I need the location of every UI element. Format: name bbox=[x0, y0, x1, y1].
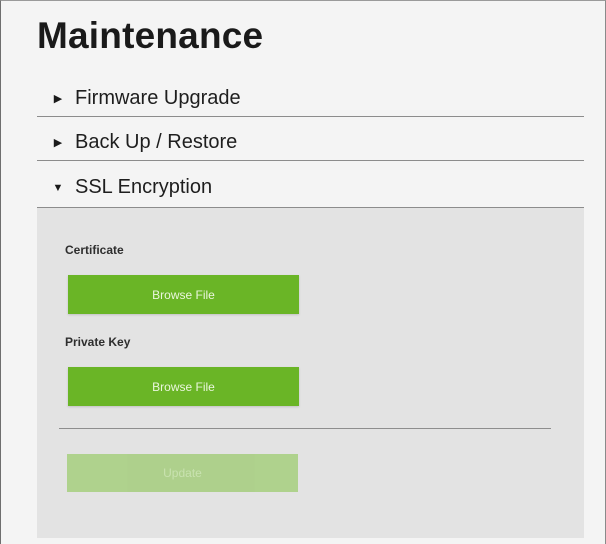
section-label: Firmware Upgrade bbox=[75, 87, 241, 109]
triangle-down-icon: ▼ bbox=[52, 181, 64, 194]
update-button[interactable]: Update bbox=[67, 454, 298, 492]
maintenance-window: Maintenance ▶ Firmware Upgrade ▶ Back Up… bbox=[0, 0, 606, 544]
divider bbox=[59, 428, 551, 429]
private-key-label: Private Key bbox=[65, 335, 131, 349]
certificate-label: Certificate bbox=[65, 243, 124, 257]
page-title: Maintenance bbox=[37, 15, 264, 56]
section-label: Back Up / Restore bbox=[75, 131, 238, 153]
triangle-right-icon: ▶ bbox=[53, 93, 63, 105]
triangle-right-icon: ▶ bbox=[53, 137, 63, 149]
certificate-browse-button[interactable]: Browse File bbox=[68, 275, 299, 314]
section-ssl-encryption[interactable]: ▼ SSL Encryption bbox=[37, 168, 584, 208]
section-firmware-upgrade[interactable]: ▶ Firmware Upgrade bbox=[37, 81, 584, 117]
section-label: SSL Encryption bbox=[75, 176, 213, 198]
ssl-encryption-panel: Certificate Browse File Private Key Brow… bbox=[37, 208, 584, 538]
private-key-browse-button[interactable]: Browse File bbox=[68, 367, 299, 406]
section-backup-restore[interactable]: ▶ Back Up / Restore bbox=[37, 125, 584, 161]
